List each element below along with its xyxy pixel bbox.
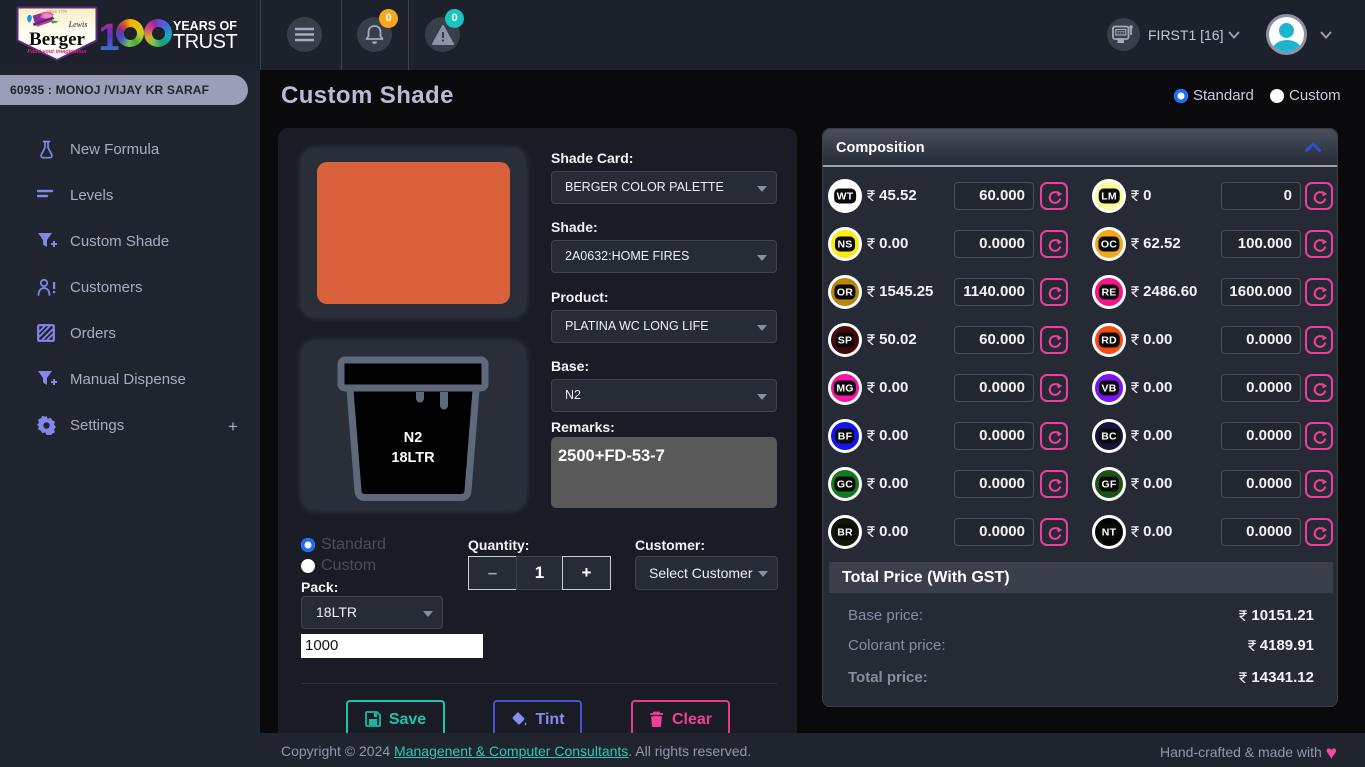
- svg-text:18LTR: 18LTR: [391, 450, 435, 466]
- svg-text:Lewis: Lewis: [68, 20, 88, 29]
- svg-text:777: 777: [1117, 30, 1125, 35]
- svg-text:N2: N2: [404, 430, 423, 446]
- svg-text:Berger: Berger: [29, 29, 85, 50]
- svg-text:Paint your imagination: Paint your imagination: [27, 49, 87, 55]
